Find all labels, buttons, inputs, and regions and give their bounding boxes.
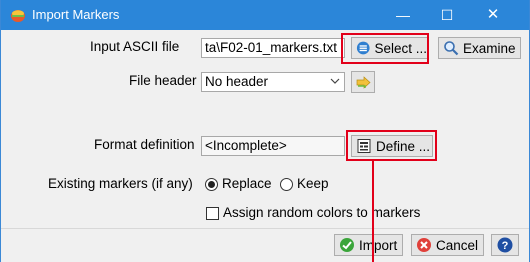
cancel-button-label: Cancel [436, 237, 479, 253]
replace-radio[interactable] [205, 178, 218, 191]
random-colors-checkbox[interactable] [206, 207, 219, 220]
define-button-label: Define ... [376, 138, 431, 154]
select-icon [356, 41, 370, 55]
import-button-label: Import [359, 237, 398, 253]
import-markers-dialog: Import Markers — ☐ ✕ Input ASCII file ta… [0, 0, 530, 262]
examine-button[interactable]: Examine [438, 37, 521, 59]
import-button[interactable]: Import [334, 234, 403, 256]
help-icon: ? [497, 237, 513, 253]
arrow-right-icon [356, 76, 371, 89]
examine-button-label: Examine [463, 40, 516, 56]
replace-radio-label: Replace [222, 176, 272, 191]
magnifier-icon [444, 41, 459, 56]
random-colors-label: Assign random colors to markers [223, 205, 421, 220]
window-title: Import Markers [32, 7, 120, 22]
select-button-label: Select ... [374, 40, 427, 56]
format-definition-label: Format definition [94, 137, 195, 152]
chevron-down-icon [330, 78, 340, 84]
help-glyph: ? [502, 240, 509, 252]
close-button[interactable]: ✕ [471, 0, 515, 30]
file-header-label: File header [129, 73, 197, 88]
file-header-selected: No header [205, 74, 269, 89]
define-button[interactable]: Define ... [351, 135, 433, 157]
input-file-field[interactable]: ta\F02-01_markers.txt [201, 38, 345, 58]
input-file-label: Input ASCII file [90, 39, 180, 54]
existing-markers-label: Existing markers (if any) [48, 176, 193, 191]
format-definition-field: <Incomplete> [201, 136, 345, 156]
footer-separator [1, 228, 529, 229]
help-button[interactable]: ? [491, 234, 519, 256]
document-icon [357, 139, 371, 153]
file-header-select[interactable]: No header [201, 72, 345, 92]
maximize-button[interactable]: ☐ [425, 0, 469, 30]
minimize-button[interactable]: — [381, 0, 425, 30]
keep-radio[interactable] [280, 178, 293, 191]
cancel-icon [417, 238, 431, 252]
header-apply-button[interactable] [351, 71, 375, 93]
app-icon [11, 10, 25, 22]
cancel-button[interactable]: Cancel [411, 234, 484, 256]
check-icon [340, 238, 354, 252]
select-button[interactable]: Select ... [351, 37, 428, 59]
keep-radio-label: Keep [297, 176, 329, 191]
title-bar: Import Markers — ☐ ✕ [1, 0, 529, 30]
